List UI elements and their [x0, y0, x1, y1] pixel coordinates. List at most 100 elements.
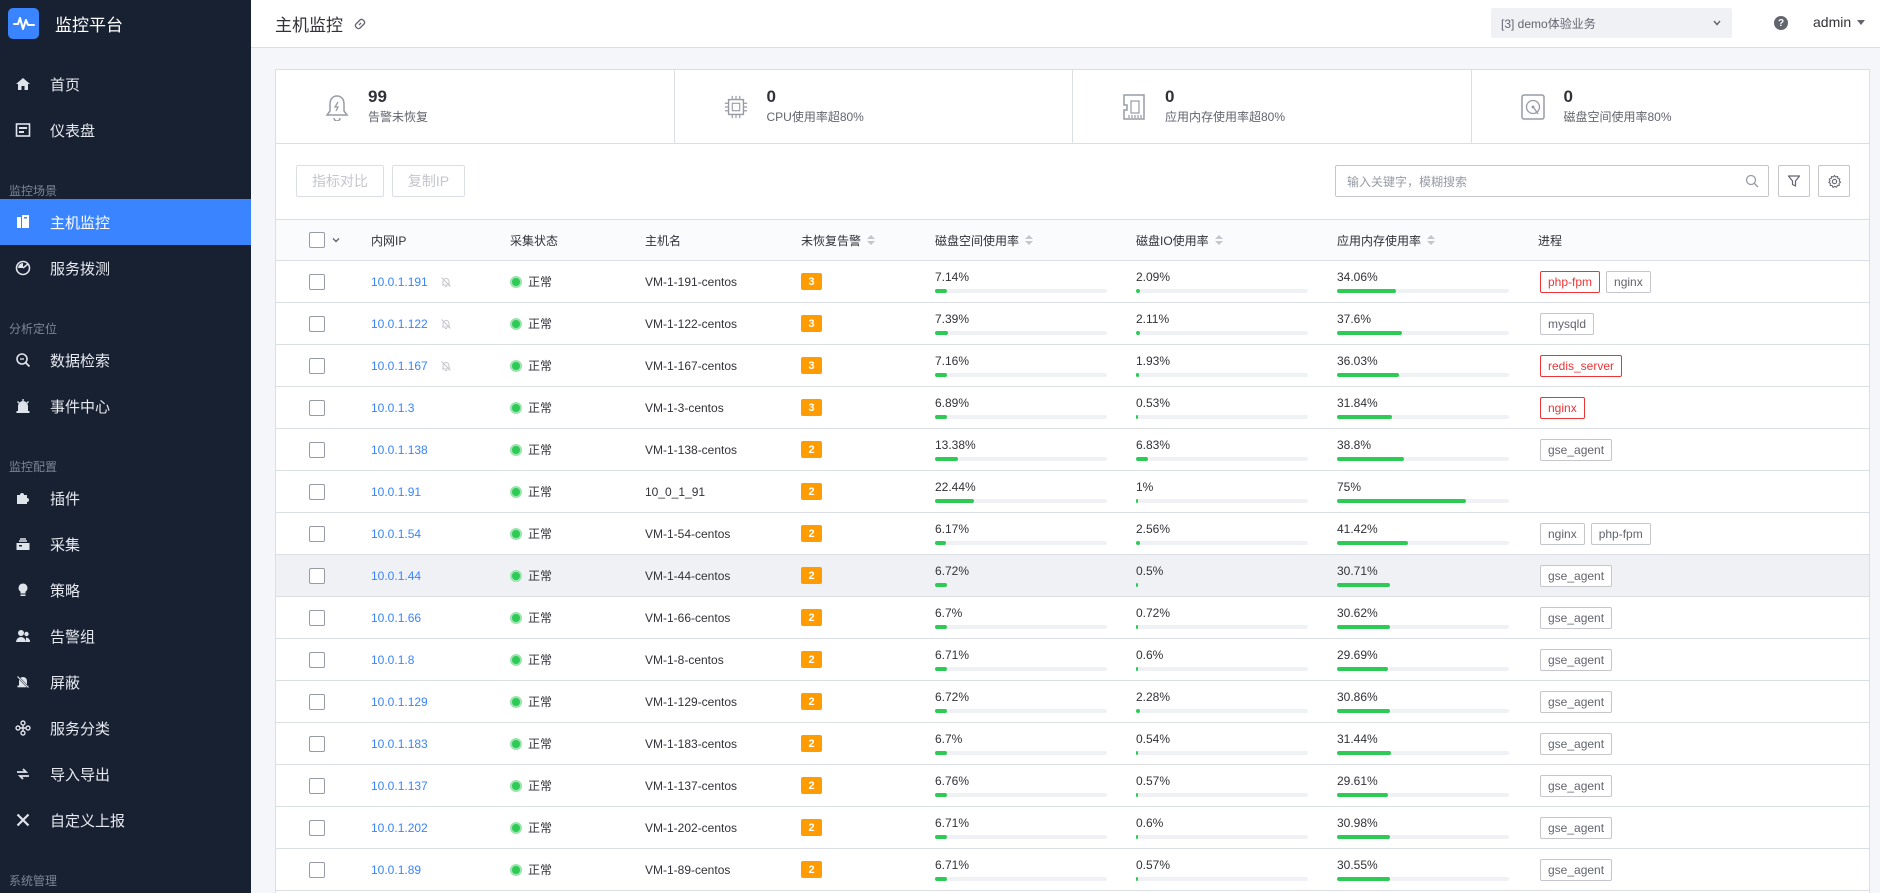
table-row[interactable]: 10.0.1.89 正常 VM-1-89-centos 2 6.71% 0.57% 30.5… — [276, 849, 1869, 891]
host-ip-link[interactable]: 10.0.1.183 — [371, 737, 428, 751]
process-tag[interactable]: mysqld — [1540, 312, 1595, 335]
host-ip-link[interactable]: 10.0.1.129 — [371, 695, 428, 709]
host-ip-link[interactable]: 10.0.1.191 — [371, 275, 428, 289]
table-row[interactable]: 10.0.1.44 正常 VM-1-44-centos 2 6.72% 0.5% 30.71… — [276, 555, 1869, 597]
row-checkbox[interactable] — [309, 567, 325, 584]
row-select[interactable] — [309, 471, 325, 512]
alarm-count-badge[interactable]: 3 — [801, 357, 822, 374]
row-select[interactable] — [309, 765, 325, 806]
business-select[interactable]: [3] demo体验业务 — [1491, 8, 1732, 38]
host-ip-link[interactable]: 10.0.1.66 — [371, 611, 421, 625]
row-select[interactable] — [309, 345, 325, 386]
host-ip-link[interactable]: 10.0.1.202 — [371, 821, 428, 835]
process-tag[interactable]: php-fpm — [1590, 522, 1651, 545]
alarm-count-badge[interactable]: 3 — [801, 399, 822, 416]
alarm-count-badge[interactable]: 2 — [801, 567, 822, 584]
sidebar-item-shield[interactable]: 屏蔽 — [0, 659, 251, 705]
search-input[interactable]: 输入关键字，模糊搜索 — [1335, 165, 1769, 197]
row-select[interactable] — [309, 429, 325, 470]
process-tag[interactable]: nginx — [1540, 522, 1585, 545]
user-menu[interactable]: admin — [1813, 14, 1866, 30]
row-checkbox[interactable] — [309, 861, 325, 878]
link-icon[interactable] — [353, 17, 367, 31]
host-ip-link[interactable]: 10.0.1.89 — [371, 863, 421, 877]
process-tag[interactable]: gse_agent — [1540, 606, 1613, 629]
sidebar-item-data-search[interactable]: 数据检索 — [0, 337, 251, 383]
select-all[interactable] — [309, 220, 341, 260]
column-header-io[interactable]: 磁盘IO使用率 — [1136, 220, 1223, 260]
host-ip-link[interactable]: 10.0.1.138 — [371, 443, 428, 457]
process-tag[interactable]: gse_agent — [1540, 774, 1613, 797]
host-ip-link[interactable]: 10.0.1.3 — [371, 401, 414, 415]
table-row[interactable]: 10.0.1.8 正常 VM-1-8-centos 2 6.71% 0.6% 29.69% g… — [276, 639, 1869, 681]
column-header-alarms[interactable]: 未恢复告警 — [801, 220, 876, 260]
filter-button[interactable] — [1778, 165, 1810, 197]
sidebar-item-event-center[interactable]: 事件中心 — [0, 383, 251, 429]
sidebar-item-uptime-check[interactable]: 服务拨测 — [0, 245, 251, 291]
host-ip-link[interactable]: 10.0.1.167 — [371, 359, 428, 373]
process-tag[interactable]: nginx — [1540, 396, 1585, 419]
sort-icon[interactable] — [1025, 235, 1034, 245]
row-checkbox[interactable] — [309, 441, 325, 458]
column-header-mem[interactable]: 应用内存使用率 — [1337, 220, 1436, 260]
host-ip-link[interactable]: 10.0.1.122 — [371, 317, 428, 331]
row-select[interactable] — [309, 639, 325, 680]
row-select[interactable] — [309, 849, 325, 890]
process-tag[interactable]: gse_agent — [1540, 690, 1613, 713]
process-tag[interactable]: nginx — [1606, 270, 1651, 293]
row-checkbox[interactable] — [309, 315, 325, 332]
table-row[interactable]: 10.0.1.66 正常 VM-1-66-centos 2 6.7% 0.72% 30.62… — [276, 597, 1869, 639]
row-select[interactable] — [309, 555, 325, 596]
row-checkbox[interactable] — [309, 273, 325, 290]
process-tag[interactable]: redis_server — [1540, 354, 1623, 377]
table-row[interactable]: 10.0.1.122 正常 VM-1-122-centos 3 7.39% 2.11% 37… — [276, 303, 1869, 345]
stat-card-cpu[interactable]: 0 CPU使用率超80% — [675, 70, 1073, 143]
sort-icon[interactable] — [1214, 235, 1223, 245]
sidebar-item-import-export[interactable]: 导入导出 — [0, 751, 251, 797]
row-checkbox[interactable] — [309, 357, 325, 374]
host-ip-link[interactable]: 10.0.1.8 — [371, 653, 414, 667]
stat-card-alarms[interactable]: 99 告警未恢复 — [276, 70, 675, 143]
row-checkbox[interactable] — [309, 399, 325, 416]
metric-compare-button[interactable]: 指标对比 — [296, 165, 384, 197]
table-row[interactable]: 10.0.1.3 正常 VM-1-3-centos 3 6.89% 0.53% 31.84%… — [276, 387, 1869, 429]
process-tag[interactable]: php-fpm — [1540, 270, 1601, 293]
copy-ip-button[interactable]: 复制IP — [392, 165, 465, 197]
table-row[interactable]: 10.0.1.91 正常 10_0_1_91 2 22.44% 1% 75% — [276, 471, 1869, 513]
process-tag[interactable]: gse_agent — [1540, 564, 1613, 587]
table-row[interactable]: 10.0.1.191 正常 VM-1-191-centos 3 7.14% 2.09% 34… — [276, 261, 1869, 303]
sidebar-item-strategy[interactable]: 策略 — [0, 567, 251, 613]
table-row[interactable]: 10.0.1.129 正常 VM-1-129-centos 2 6.72% 2.28% 30… — [276, 681, 1869, 723]
row-checkbox[interactable] — [309, 525, 325, 542]
process-tag[interactable]: gse_agent — [1540, 438, 1613, 461]
alarm-count-badge[interactable]: 2 — [801, 609, 822, 626]
table-row[interactable]: 10.0.1.54 正常 VM-1-54-centos 2 6.17% 2.56% 41.4… — [276, 513, 1869, 555]
chevron-down-icon[interactable] — [331, 235, 341, 245]
row-select[interactable] — [309, 387, 325, 428]
sort-icon[interactable] — [867, 235, 876, 245]
process-tag[interactable]: gse_agent — [1540, 732, 1613, 755]
alarm-count-badge[interactable]: 2 — [801, 819, 822, 836]
alarm-count-badge[interactable]: 3 — [801, 273, 822, 290]
sidebar-item-service-category[interactable]: 服务分类 — [0, 705, 251, 751]
column-header-disk[interactable]: 磁盘空间使用率 — [935, 220, 1034, 260]
row-select[interactable] — [309, 681, 325, 722]
host-ip-link[interactable]: 10.0.1.137 — [371, 779, 428, 793]
host-ip-link[interactable]: 10.0.1.54 — [371, 527, 421, 541]
row-select[interactable] — [309, 807, 325, 848]
row-select[interactable] — [309, 597, 325, 638]
sidebar-item-custom-report[interactable]: 自定义上报 — [0, 797, 251, 843]
sidebar-item-collect[interactable]: 采集 — [0, 521, 251, 567]
alarm-count-badge[interactable]: 2 — [801, 441, 822, 458]
alarm-count-badge[interactable]: 2 — [801, 483, 822, 500]
table-row[interactable]: 10.0.1.167 正常 VM-1-167-centos 3 7.16% 1.93% 36… — [276, 345, 1869, 387]
table-row[interactable]: 10.0.1.137 正常 VM-1-137-centos 2 6.76% 0.57% 29… — [276, 765, 1869, 807]
row-checkbox[interactable] — [309, 651, 325, 668]
process-tag[interactable]: gse_agent — [1540, 858, 1613, 881]
sidebar-item-host[interactable]: 主机监控 — [0, 199, 251, 245]
alarm-count-badge[interactable]: 2 — [801, 735, 822, 752]
sort-icon[interactable] — [1427, 235, 1436, 245]
row-checkbox[interactable] — [309, 609, 325, 626]
process-tag[interactable]: gse_agent — [1540, 648, 1613, 671]
row-checkbox[interactable] — [309, 819, 325, 836]
